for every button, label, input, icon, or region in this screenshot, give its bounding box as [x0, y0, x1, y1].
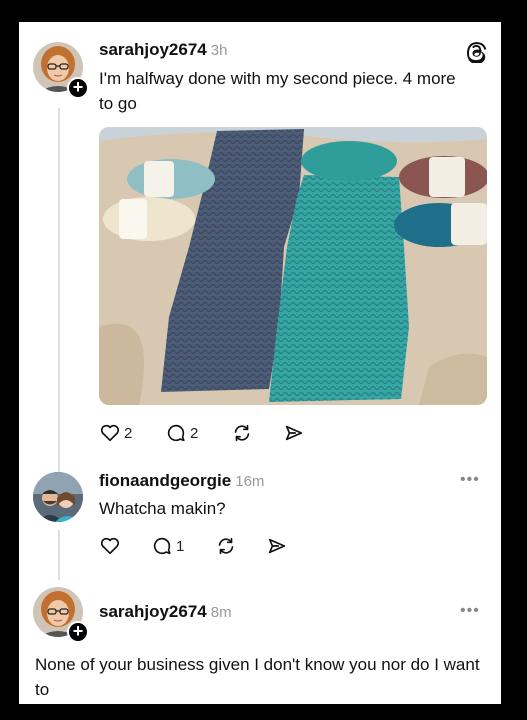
- heart-icon: [100, 537, 120, 555]
- send-icon: [285, 425, 303, 441]
- reply-count: 1: [176, 537, 185, 555]
- reply2-author[interactable]: sarahjoy2674 8m: [99, 602, 232, 622]
- reply1-text: Whatcha makin?: [99, 499, 226, 518]
- more-icon[interactable]: •••: [460, 471, 480, 489]
- plus-icon[interactable]: +: [67, 621, 89, 643]
- post-text: I'm halfway done with my second piece. 4…: [99, 69, 456, 113]
- repost-button[interactable]: [215, 533, 237, 559]
- thread-card: + sarahjoy2674 3h I'm halfway done with m…: [19, 22, 501, 704]
- avatar[interactable]: [33, 472, 83, 522]
- more-icon[interactable]: •••: [460, 602, 480, 620]
- like-count: 2: [124, 424, 133, 442]
- post-actions: 2 2: [99, 420, 319, 446]
- send-icon: [268, 538, 286, 554]
- post-time: 3h: [210, 42, 228, 59]
- share-button[interactable]: [266, 533, 288, 559]
- reply2-text: None of your business given I don't know…: [35, 655, 480, 699]
- repost-button[interactable]: [231, 420, 253, 446]
- reply1-author[interactable]: fionaandgeorgie 16m: [99, 471, 264, 491]
- thread-line: [58, 530, 60, 580]
- reply2-username[interactable]: sarahjoy2674: [99, 602, 207, 621]
- reply-count: 2: [190, 424, 199, 442]
- reply2-time: 8m: [210, 604, 232, 621]
- post-image[interactable]: [99, 127, 487, 405]
- repost-icon: [218, 537, 234, 555]
- heart-icon: [100, 424, 120, 442]
- reply1-actions: 1: [99, 533, 299, 559]
- comment-icon: [153, 537, 171, 555]
- like-button[interactable]: [99, 533, 121, 559]
- comment-icon: [167, 424, 185, 442]
- like-button[interactable]: 2: [99, 420, 132, 446]
- post-author[interactable]: sarahjoy2674 3h: [99, 40, 227, 60]
- threads-logo-icon[interactable]: [465, 39, 487, 68]
- thread-line: [58, 108, 60, 493]
- share-button[interactable]: [283, 420, 305, 446]
- post-username[interactable]: sarahjoy2674: [99, 40, 207, 59]
- repost-icon: [234, 424, 250, 442]
- reply1-time: 16m: [235, 473, 265, 490]
- reply-button[interactable]: 1: [151, 533, 184, 559]
- reply1-username[interactable]: fionaandgeorgie: [99, 471, 231, 490]
- reply-button[interactable]: 2: [165, 420, 198, 446]
- plus-icon[interactable]: +: [67, 77, 89, 99]
